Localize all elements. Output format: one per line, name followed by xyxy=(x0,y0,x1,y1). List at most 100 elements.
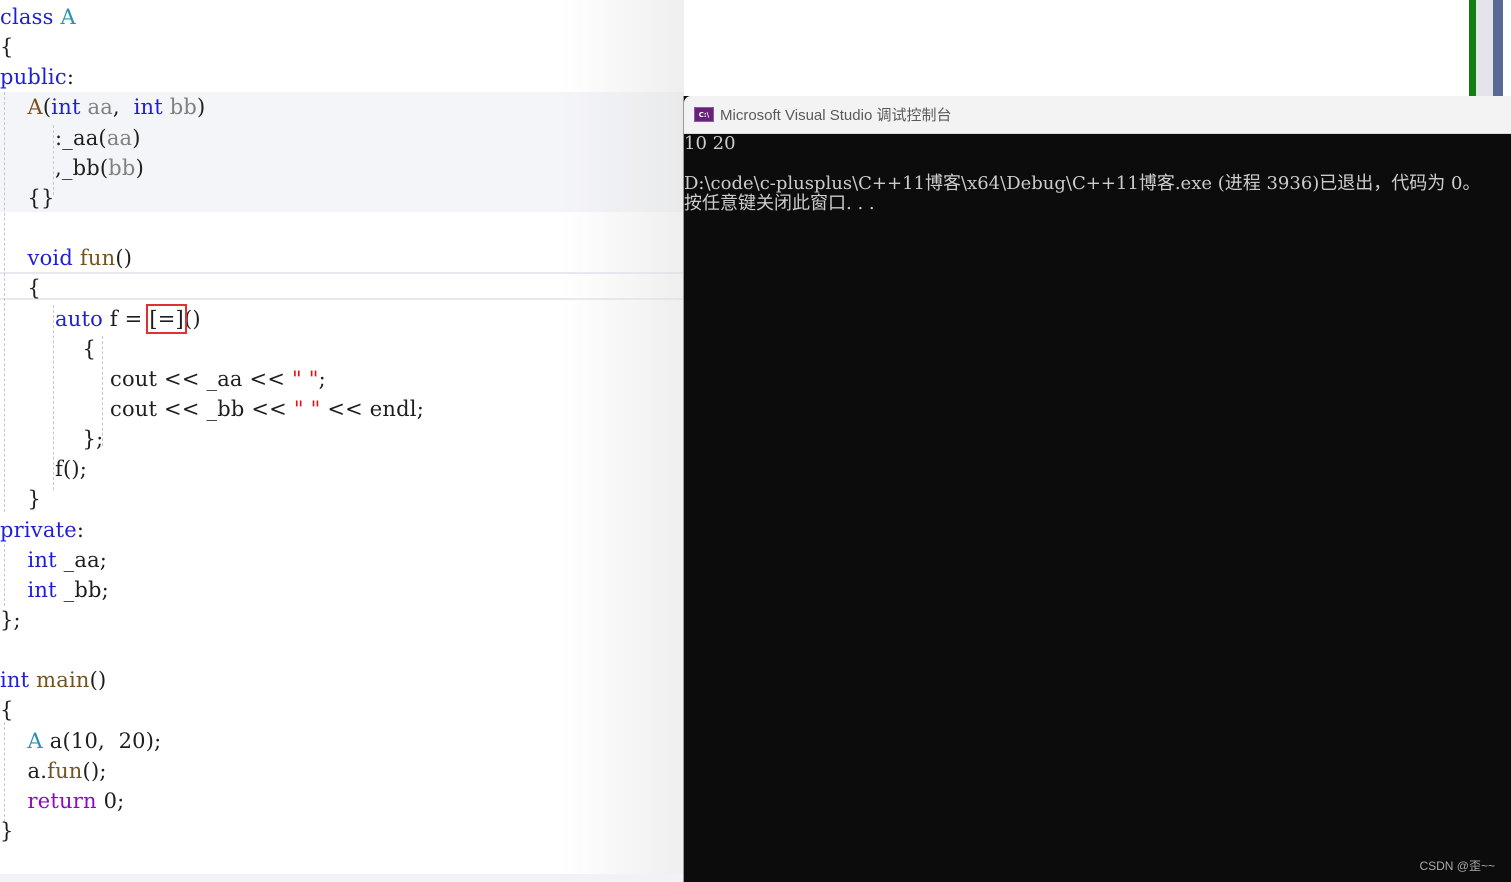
code-line[interactable]: return 0; xyxy=(0,786,125,816)
code-token-plain: { xyxy=(0,698,14,723)
code-token-cls: A xyxy=(27,728,43,753)
console-line: D:\code\c-plusplus\C++11博客\x64\Debug\C++… xyxy=(684,173,1481,194)
code-token-plain: { xyxy=(0,276,42,301)
code-line[interactable]: int main() xyxy=(0,665,106,695)
code-token-plain: ; xyxy=(318,366,326,391)
code-line[interactable]: private: xyxy=(0,515,84,545)
code-line[interactable]: { xyxy=(0,32,14,62)
code-line[interactable]: ,_bb(bb) xyxy=(0,153,144,183)
code-token-plain: cout << _bb << xyxy=(0,396,294,421)
code-token-plain: cout << _aa << xyxy=(0,366,292,391)
console-output[interactable]: 10 20 D:\code\c-plusplus\C++11博客\x64\Deb… xyxy=(684,134,1511,214)
console-line: 按任意键关闭此窗口. . . xyxy=(684,193,875,214)
code-token-plain: , xyxy=(112,95,134,120)
code-token-plain: f = xyxy=(102,306,150,331)
code-token-fn: A xyxy=(27,95,43,120)
code-line[interactable]: void fun() xyxy=(0,243,132,273)
code-token-kw: int xyxy=(133,95,163,120)
code-token-plain: () xyxy=(183,306,201,331)
code-token-plain: : xyxy=(76,517,85,542)
code-token-kw: private xyxy=(0,517,77,542)
code-line[interactable]: cout << _aa << " "; xyxy=(0,364,326,394)
code-token-plain: _aa; xyxy=(56,547,108,572)
code-line[interactable]: }; xyxy=(0,424,104,454)
code-line[interactable]: class A xyxy=(0,2,76,32)
code-line[interactable]: { xyxy=(0,695,14,725)
code-token-plain: }; xyxy=(0,608,21,632)
code-token-plain: } xyxy=(0,487,42,512)
console-app-icon: C:\ xyxy=(694,107,714,122)
code-line[interactable]: public: xyxy=(0,62,74,92)
code-token-kw: auto xyxy=(55,306,103,331)
lambda-capture-highlight: [=] xyxy=(146,303,187,334)
console-title: Microsoft Visual Studio 调试控制台 xyxy=(720,107,952,124)
code-line[interactable]: {} xyxy=(0,183,55,213)
code-line[interactable]: int _aa; xyxy=(0,545,107,575)
code-line[interactable]: f(); xyxy=(0,454,87,484)
code-token-plain: }; xyxy=(0,427,104,452)
code-token-plain: << endl; xyxy=(320,396,424,421)
console-titlebar[interactable]: C:\ Microsoft Visual Studio 调试控制台 xyxy=(684,96,1511,134)
code-line[interactable]: }; xyxy=(0,605,21,635)
code-token-fn: fun xyxy=(47,758,83,783)
code-token-fn: fun xyxy=(79,246,116,271)
code-token-kw: int xyxy=(27,547,57,572)
code-token-str: " " xyxy=(293,396,321,421)
code-token-param: bb xyxy=(169,95,198,120)
code-token-plain: (); xyxy=(82,758,107,783)
code-token-fn: main xyxy=(36,668,90,693)
csdn-watermark: CSDN @歪~~ xyxy=(1419,859,1495,873)
code-token-cls: A xyxy=(60,5,76,29)
code-line[interactable]: A(int aa, int bb) xyxy=(0,92,206,122)
code-token-kw: class xyxy=(0,5,54,29)
code-token-kw: void xyxy=(27,246,73,271)
code-line[interactable]: cout << _bb << " " << endl; xyxy=(0,394,424,424)
code-line[interactable]: { xyxy=(0,273,41,303)
code-token-plain: ) xyxy=(132,125,141,150)
code-token-str: " " xyxy=(292,366,319,391)
code-token-plain: ) xyxy=(197,95,206,120)
code-token-plain: () xyxy=(115,246,133,271)
code-line[interactable]: } xyxy=(0,816,14,846)
code-token-plain: () xyxy=(89,668,107,693)
code-token-kw: public xyxy=(0,65,67,90)
editor-shadow xyxy=(560,0,684,882)
code-token-plain: : xyxy=(66,65,75,90)
code-line[interactable]: { xyxy=(0,334,96,364)
code-token-plain: } xyxy=(0,819,14,844)
code-token-param: aa xyxy=(106,125,133,150)
code-line[interactable]: } xyxy=(0,484,41,514)
code-line[interactable]: a.fun(); xyxy=(0,756,107,786)
code-token-plain: ,_bb( xyxy=(0,155,109,180)
code-token-plain: { xyxy=(0,336,97,361)
code-token-plain: ) xyxy=(135,155,144,180)
code-token-plain: { xyxy=(0,35,14,60)
code-token-kw: int xyxy=(51,95,81,120)
code-line[interactable]: :_aa(aa) xyxy=(0,123,141,153)
change-margin-saved xyxy=(1469,0,1476,96)
code-line[interactable]: int _bb; xyxy=(0,575,109,605)
debug-console-window[interactable]: C:\ Microsoft Visual Studio 调试控制台 10 20 … xyxy=(683,96,1511,882)
scrollbar-thumb[interactable] xyxy=(1493,0,1503,96)
code-token-param: aa xyxy=(87,95,113,120)
code-token-param: bb xyxy=(108,155,136,180)
next-line-strip xyxy=(0,874,684,882)
scrollbar-track[interactable] xyxy=(1476,0,1493,96)
code-line[interactable]: auto f = [=]() xyxy=(0,303,201,334)
code-line[interactable]: A a(10, 20); xyxy=(0,726,162,756)
code-token-plain: 0; xyxy=(96,788,125,813)
code-token-ret: return xyxy=(27,788,97,813)
code-token-plain: a(10, 20); xyxy=(42,728,162,753)
code-token-plain: :_aa( xyxy=(0,125,107,150)
code-token-kw: int xyxy=(27,577,57,602)
console-line: 10 20 xyxy=(684,133,736,154)
